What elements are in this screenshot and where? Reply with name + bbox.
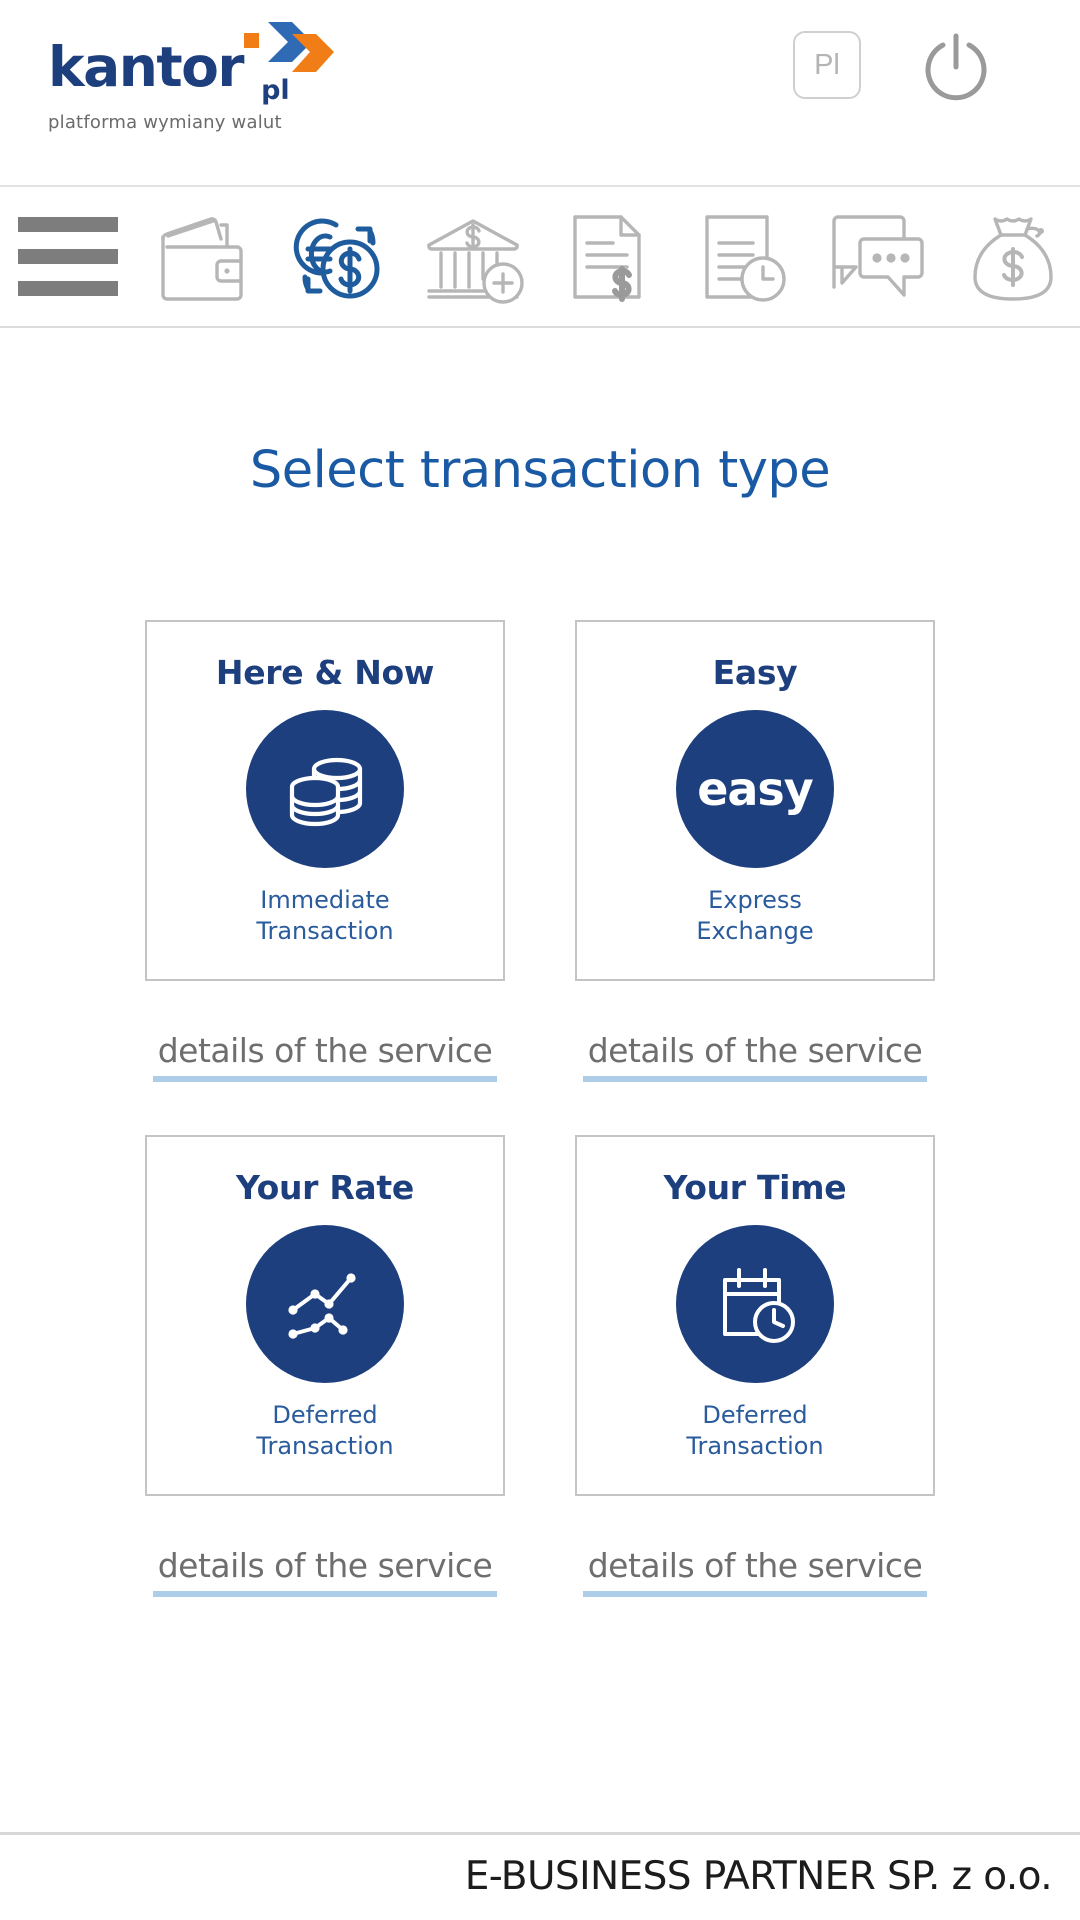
card-subtitle: Immediate Transaction [256, 885, 393, 947]
details-link-here-and-now[interactable]: details of the service [145, 1032, 505, 1082]
card-subtitle-line2: Exchange [696, 917, 814, 945]
card-row-2: Your Rate Deferred Transaction details o… [0, 1135, 1080, 1597]
card-subtitle: Deferred Transaction [256, 1400, 393, 1462]
main-content: Select transaction type Here & Now Immed… [0, 328, 1080, 1832]
details-link-underline [153, 1591, 497, 1597]
logo-tagline: platforma wymiany walut [48, 112, 282, 133]
card-subtitle-line1: Deferred [272, 1401, 378, 1429]
card-easy[interactable]: Easy easy Express Exchange [575, 620, 935, 981]
document-clock-icon [704, 214, 786, 302]
details-link-your-time[interactable]: details of the service [575, 1547, 935, 1597]
details-link-label: details of the service [157, 1546, 493, 1585]
hamburger-menu-icon [17, 217, 118, 296]
chat-bubbles-icon [831, 214, 924, 297]
card-subtitle-line2: Transaction [686, 1432, 824, 1460]
card-icon-badge [246, 1225, 404, 1383]
bank-add-icon [426, 218, 524, 304]
brand-logo[interactable]: kantor pl platforma wymiany walut [48, 22, 348, 133]
power-icon [925, 33, 987, 101]
details-link-underline [583, 1591, 927, 1597]
card-subtitle-line1: Express [708, 886, 802, 914]
nav-item-exchange[interactable] [270, 186, 405, 327]
details-link-label: details of the service [157, 1031, 493, 1070]
logo-text-kantor: kantor [48, 35, 245, 99]
card-your-rate[interactable]: Your Rate Deferred Transaction [145, 1135, 505, 1496]
card-subtitle-line1: Deferred [702, 1401, 808, 1429]
details-link-underline [583, 1076, 927, 1082]
card-subtitle-line2: Transaction [256, 1432, 394, 1460]
details-link-underline [153, 1076, 497, 1082]
card-subtitle: Express Exchange [696, 885, 813, 947]
double-chevron-logo-icon [266, 18, 334, 80]
card-row-1: Here & Now Immediate Transaction details… [0, 620, 1080, 1082]
app-footer: E-BUSINESS PARTNER SP. z o.o. [0, 1832, 1080, 1918]
page-title: Select transaction type [249, 441, 831, 500]
nav-item-funds[interactable] [945, 186, 1080, 327]
orange-square-dot-icon [244, 33, 260, 48]
language-code-label: Pl [814, 48, 840, 81]
coin-stacks-icon [289, 757, 363, 827]
card-icon-badge [246, 710, 404, 868]
card-column-your-time: Your Time Deferred Transaction details o… [575, 1135, 935, 1597]
calendar-clock-icon [723, 1268, 795, 1343]
details-link-label: details of the service [587, 1031, 923, 1070]
card-title: Your Rate [236, 1168, 414, 1207]
card-here-and-now[interactable]: Here & Now Immediate Transaction [145, 620, 505, 981]
nav-item-invoices[interactable] [540, 186, 675, 327]
logo-wordmark: kantor pl [48, 22, 348, 108]
card-title: Easy [712, 653, 798, 692]
language-switch-button[interactable]: Pl [793, 31, 861, 99]
line-chart-icon [288, 1273, 356, 1339]
nav-item-history[interactable] [675, 186, 810, 327]
card-subtitle: Deferred Transaction [686, 1400, 823, 1462]
invoice-dollar-icon [572, 214, 641, 302]
nav-item-messages[interactable] [810, 186, 945, 327]
currency-exchange-icon [293, 218, 379, 298]
card-title: Your Time [663, 1168, 847, 1207]
logout-power-button[interactable] [916, 26, 996, 106]
details-link-label: details of the service [587, 1546, 923, 1585]
card-column-easy: Easy easy Express Exchange details of th… [575, 620, 935, 1082]
card-column-your-rate: Your Rate Deferred Transaction details o… [145, 1135, 505, 1597]
card-column-here-and-now: Here & Now Immediate Transaction details… [145, 620, 505, 1082]
card-your-time[interactable]: Your Time Deferred Transaction [575, 1135, 935, 1496]
easy-wordmark-icon: easy [697, 762, 814, 816]
card-title: Here & Now [215, 653, 435, 692]
card-icon-badge [676, 1225, 834, 1383]
card-subtitle-line2: Transaction [256, 917, 394, 945]
money-bag-icon [972, 216, 1053, 301]
nav-item-wallet[interactable] [135, 186, 270, 327]
main-navigation-bar [0, 187, 1080, 328]
card-icon-badge: easy [676, 710, 834, 868]
details-link-your-rate[interactable]: details of the service [145, 1547, 505, 1597]
nav-menu-toggle[interactable] [0, 186, 135, 327]
app-header: kantor pl platforma wymiany walut Pl [0, 0, 1080, 187]
transaction-type-grid: Here & Now Immediate Transaction details… [0, 620, 1080, 1597]
card-subtitle-line1: Immediate [260, 886, 390, 914]
details-link-easy[interactable]: details of the service [575, 1032, 935, 1082]
wallet-icon [160, 216, 243, 301]
nav-item-bank-accounts[interactable] [405, 186, 540, 327]
footer-company-name: E-BUSINESS PARTNER SP. z o.o. [464, 1854, 1053, 1899]
